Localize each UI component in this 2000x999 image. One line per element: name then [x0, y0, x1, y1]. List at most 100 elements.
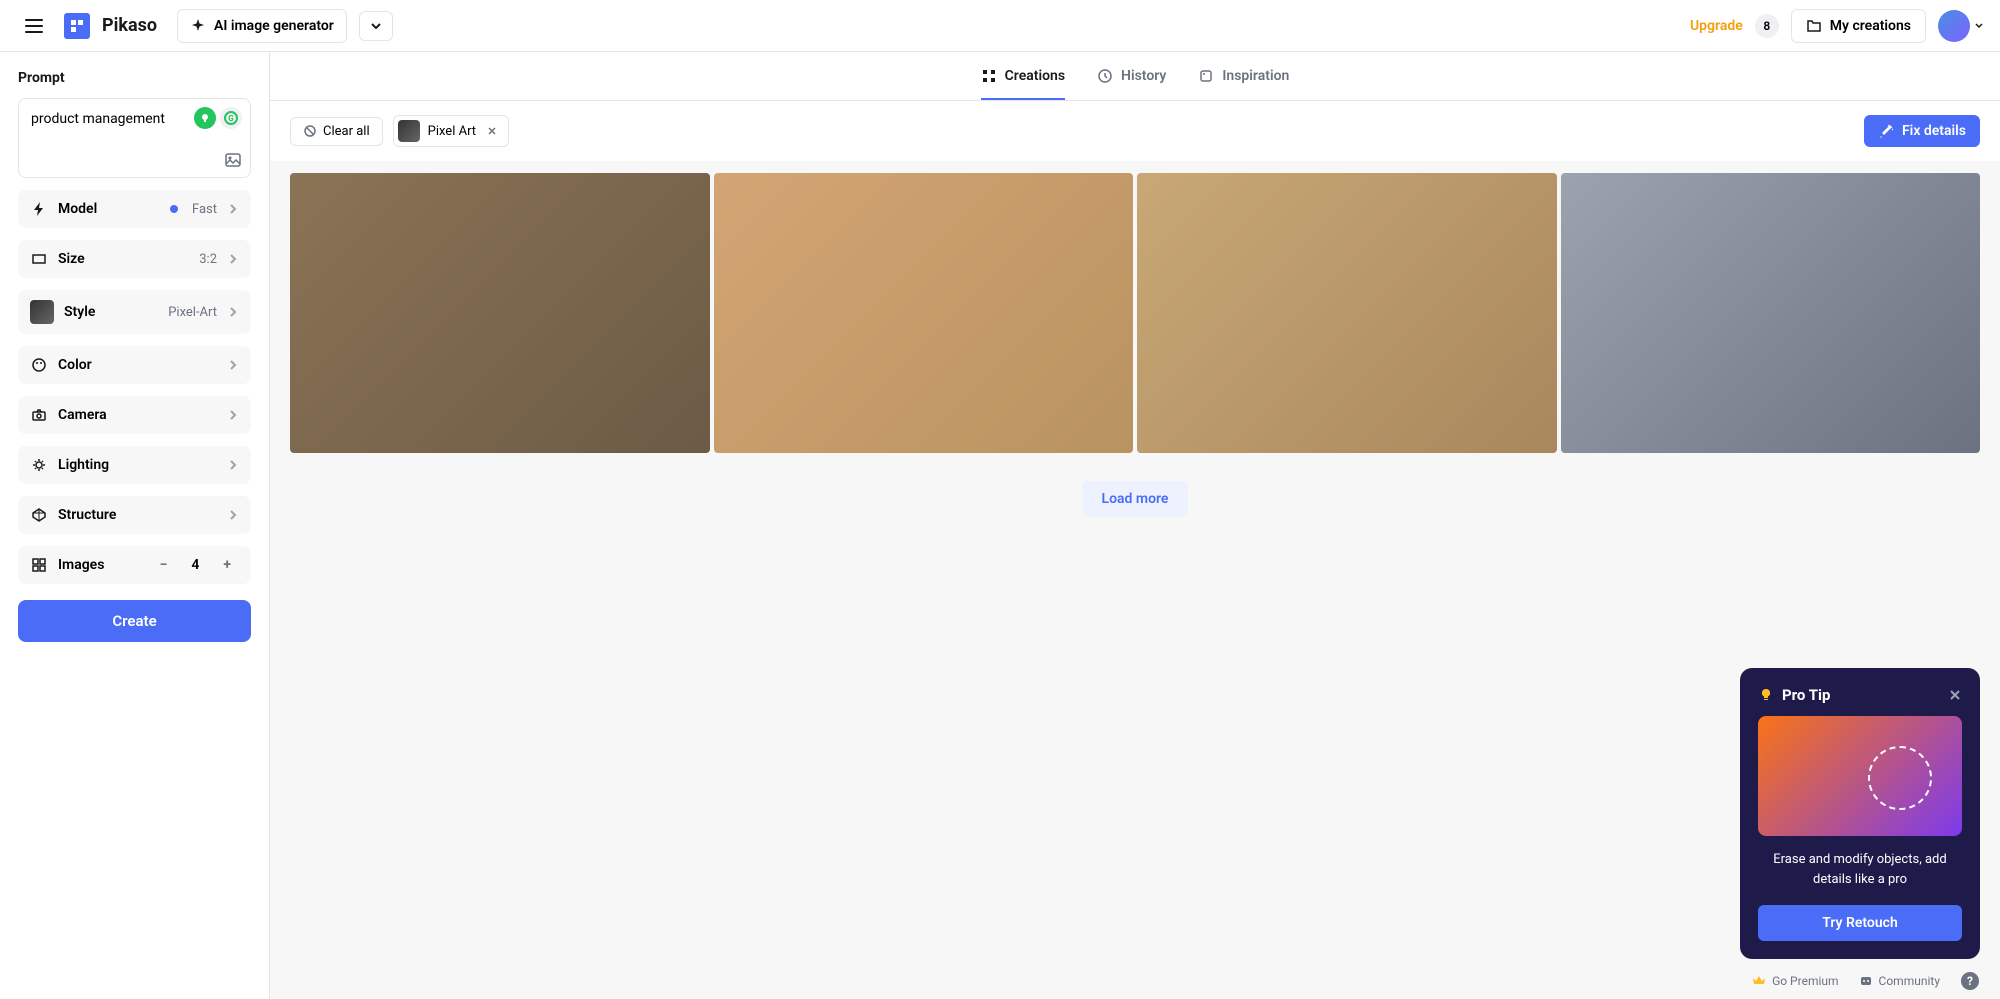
structure-icon	[31, 507, 47, 523]
sparkle-icon	[190, 18, 206, 34]
try-retouch-button[interactable]: Try Retouch	[1758, 905, 1962, 941]
tab-history[interactable]: History	[1097, 68, 1166, 100]
tabs: Creations History Inspiration	[270, 52, 2000, 101]
chevron-right-icon	[227, 253, 239, 265]
color-label: Color	[58, 357, 217, 373]
prompt-image-button[interactable]	[224, 151, 242, 169]
grid-icon	[981, 68, 997, 84]
increment-button[interactable]: +	[215, 557, 239, 573]
clear-all-button[interactable]: Clear all	[290, 117, 383, 146]
gallery-image[interactable]	[290, 173, 710, 453]
user-menu[interactable]	[1938, 10, 1984, 42]
fix-details-label: Fix details	[1902, 123, 1966, 139]
gallery-image[interactable]	[1561, 173, 1981, 453]
tip-preview-image	[1758, 716, 1962, 836]
setting-camera[interactable]: Camera	[18, 396, 251, 434]
brand-name: Pikaso	[102, 15, 157, 36]
topbar: Pikaso AI image generator Upgrade 8 My c…	[0, 0, 2000, 52]
aspect-icon	[31, 251, 47, 267]
setting-model[interactable]: Model Fast	[18, 190, 251, 228]
tab-inspiration[interactable]: Inspiration	[1198, 68, 1289, 100]
logo	[64, 13, 90, 39]
structure-label: Structure	[58, 507, 217, 523]
bulb-icon	[1758, 687, 1774, 703]
setting-size[interactable]: Size 3:2	[18, 240, 251, 278]
credits-badge: 8	[1755, 14, 1779, 38]
tip-close-button[interactable]	[1948, 688, 1962, 702]
setting-lighting[interactable]: Lighting	[18, 446, 251, 484]
setting-structure[interactable]: Structure	[18, 496, 251, 534]
load-more-button[interactable]: Load more	[1082, 481, 1189, 517]
crown-icon	[1752, 974, 1766, 988]
community-label: Community	[1879, 974, 1940, 988]
chevron-right-icon	[227, 359, 239, 371]
prompt-input[interactable]: product management G	[18, 98, 251, 178]
toolbar: Clear all Pixel Art Fix details	[270, 101, 2000, 161]
go-premium-label: Go Premium	[1772, 974, 1838, 988]
camera-label: Camera	[58, 407, 217, 423]
my-creations-button[interactable]: My creations	[1791, 9, 1926, 43]
generator-dropdown[interactable]	[359, 11, 393, 41]
style-value: Pixel-Art	[168, 305, 217, 320]
fix-details-button[interactable]: Fix details	[1864, 115, 1980, 147]
chevron-right-icon	[227, 459, 239, 471]
filter-label: Pixel Art	[428, 124, 476, 139]
gallery	[270, 161, 2000, 465]
grid-icon	[31, 557, 47, 573]
model-label: Model	[58, 201, 160, 217]
style-label: Style	[64, 304, 158, 320]
filter-remove-button[interactable]	[484, 125, 500, 137]
tab-creations-label: Creations	[1005, 68, 1065, 84]
model-value: Fast	[192, 202, 217, 217]
prompt-grammar-button[interactable]: G	[220, 107, 242, 129]
bolt-icon	[31, 201, 47, 217]
avatar	[1938, 10, 1970, 42]
help-button[interactable]: ?	[1960, 971, 1980, 991]
create-button[interactable]: Create	[18, 600, 251, 642]
setting-color[interactable]: Color	[18, 346, 251, 384]
camera-icon	[31, 407, 47, 423]
folder-icon	[1806, 18, 1822, 34]
go-premium-link[interactable]: Go Premium	[1752, 971, 1838, 991]
hamburger-icon	[24, 16, 44, 36]
tab-history-label: History	[1121, 68, 1166, 84]
upgrade-link[interactable]: Upgrade	[1690, 18, 1743, 34]
lighting-label: Lighting	[58, 457, 217, 473]
prompt-suggest-button[interactable]	[194, 107, 216, 129]
chevron-down-icon	[370, 20, 382, 32]
tip-title: Pro Tip	[1782, 686, 1940, 704]
style-thumbnail	[30, 300, 54, 324]
history-icon	[1097, 68, 1113, 84]
image-icon	[224, 151, 242, 169]
clear-all-label: Clear all	[323, 124, 370, 139]
menu-button[interactable]	[16, 8, 52, 44]
tab-creations[interactable]: Creations	[981, 68, 1065, 100]
prompt-label: Prompt	[18, 70, 251, 86]
tip-description: Erase and modify objects, add details li…	[1758, 850, 1962, 889]
load-more-wrap: Load more	[270, 465, 2000, 533]
pro-tip-card: Pro Tip Erase and modify objects, add de…	[1740, 668, 1980, 959]
images-count: 4	[185, 557, 205, 573]
wand-icon	[1878, 123, 1894, 139]
discord-icon	[1859, 974, 1873, 988]
palette-icon	[31, 357, 47, 373]
svg-text:G: G	[228, 114, 234, 123]
sidebar: Prompt product management G Model Fast	[0, 52, 270, 999]
help-icon: ?	[1960, 971, 1980, 991]
sun-icon	[31, 457, 47, 473]
images-counter: Images − 4 +	[18, 546, 251, 584]
chevron-right-icon	[227, 509, 239, 521]
svg-text:?: ?	[1967, 974, 1973, 988]
bulb-icon	[199, 112, 211, 124]
ai-generator-button[interactable]: AI image generator	[177, 9, 347, 43]
gallery-image[interactable]	[1137, 173, 1557, 453]
logo-icon	[69, 18, 85, 34]
setting-style[interactable]: Style Pixel-Art	[18, 290, 251, 334]
community-link[interactable]: Community	[1859, 971, 1940, 991]
clear-icon	[303, 124, 317, 138]
gallery-image[interactable]	[714, 173, 1134, 453]
decrement-button[interactable]: −	[152, 557, 176, 573]
content-area: Creations History Inspiration Clear all …	[270, 52, 2000, 999]
size-label: Size	[58, 251, 189, 267]
filter-thumbnail	[398, 120, 420, 142]
